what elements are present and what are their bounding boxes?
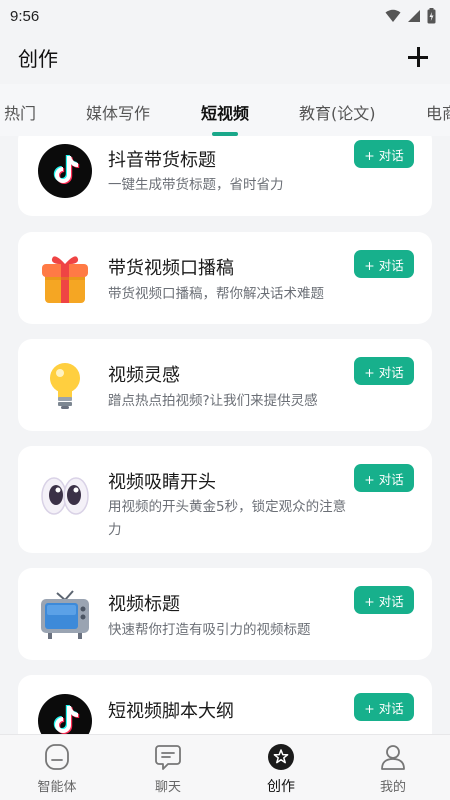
tab-ecommerce[interactable]: 电商: [426, 100, 450, 124]
battery-icon: [427, 8, 436, 24]
chat-button[interactable]: + 对话: [354, 140, 414, 168]
card-title: 视频标题: [108, 594, 180, 615]
eyes-icon: [41, 477, 89, 515]
card-douyin-title[interactable]: 抖音带货标题 一键生成带货标题，省时省力 + 对话: [18, 136, 432, 216]
wifi-icon: [385, 9, 401, 22]
television-icon: [41, 590, 89, 639]
card-title: 抖音带货标题: [108, 150, 216, 171]
card-description: 带货视频口播稿，帮你解决话术难题: [108, 286, 324, 302]
create-icon: [268, 744, 294, 770]
tiktok-logo-icon: [38, 144, 92, 198]
add-button[interactable]: [404, 43, 432, 71]
status-time: 9:56: [10, 7, 40, 25]
card-description: 蹭点热点拍视频?让我们来提供灵感: [108, 393, 318, 409]
card-video-inspiration[interactable]: 视频灵感 蹭点热点拍视频?让我们来提供灵感 + 对话: [18, 339, 432, 431]
profile-icon: [381, 745, 405, 770]
nav-label: 智能体: [37, 780, 77, 795]
chat-button[interactable]: + 对话: [354, 464, 414, 492]
tool-list: 抖音带货标题 一键生成带货标题，省时省力 + 对话 带货视频口播稿 带货视频口播…: [0, 136, 450, 734]
status-icons: [385, 8, 436, 24]
tab-hot[interactable]: 热门: [4, 100, 36, 124]
chat-button[interactable]: + 对话: [354, 693, 414, 721]
card-hook-opening[interactable]: 视频吸睛开头 用视频的开头黄金5秒，锁定观众的注意力 + 对话: [18, 446, 432, 553]
chat-button[interactable]: + 对话: [354, 357, 414, 385]
card-script-outline[interactable]: 短视频脚本大纲 + 对话: [18, 675, 432, 734]
nav-item-create[interactable]: 创作: [246, 743, 316, 796]
card-livestream-script[interactable]: 带货视频口播稿 带货视频口播稿，帮你解决话术难题 + 对话: [18, 232, 432, 324]
signal-icon: [408, 10, 420, 22]
card-description: 一键生成带货标题，省时省力: [108, 177, 284, 193]
bottom-nav: 智能体 聊天 创作 我的: [0, 734, 450, 800]
card-description: 用视频的开头黄金5秒，锁定观众的注意力: [108, 499, 347, 538]
tab-media-writing[interactable]: 媒体写作: [86, 100, 150, 124]
nav-label: 聊天: [154, 780, 181, 795]
card-description: 快速帮你打造有吸引力的视频标题: [108, 622, 311, 638]
nav-label: 创作: [267, 779, 295, 795]
tab-education[interactable]: 教育(论文): [299, 100, 376, 124]
page-title: 创作: [18, 46, 58, 71]
card-title: 视频吸睛开头: [108, 472, 216, 493]
gift-box-icon: [42, 256, 88, 303]
chat-button[interactable]: + 对话: [354, 586, 414, 614]
chat-bubble-icon: [155, 745, 181, 770]
tiktok-logo-icon: [38, 694, 92, 734]
card-title: 带货视频口播稿: [108, 258, 234, 279]
nav-item-agents[interactable]: 智能体: [22, 743, 92, 795]
nav-item-chat[interactable]: 聊天: [133, 743, 203, 795]
category-tabs: 热门 媒体写作 短视频 教育(论文) 电商: [0, 84, 450, 136]
nav-item-profile[interactable]: 我的: [358, 743, 428, 795]
light-bulb-icon: [50, 363, 80, 409]
chat-button[interactable]: + 对话: [354, 250, 414, 278]
card-title: 短视频脚本大纲: [108, 701, 234, 722]
card-video-title[interactable]: 视频标题 快速帮你打造有吸引力的视频标题 + 对话: [18, 568, 432, 660]
tab-short-video[interactable]: 短视频: [201, 100, 249, 124]
agent-icon: [45, 744, 69, 770]
status-bar: 9:56: [0, 0, 450, 32]
card-title: 视频灵感: [108, 365, 180, 386]
nav-label: 我的: [379, 780, 406, 795]
app-header: 创作: [0, 32, 450, 82]
